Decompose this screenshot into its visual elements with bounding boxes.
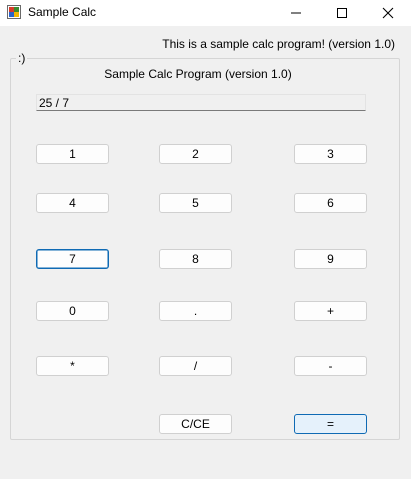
close-icon [382,7,394,19]
digit-5-button[interactable]: 5 [159,193,232,213]
window-title: Sample Calc [28,5,97,19]
digit-3-button[interactable]: 3 [294,144,367,164]
multiply-button[interactable]: * [36,356,109,376]
calc-display: 25 / 7 [36,94,366,111]
plus-button[interactable]: + [294,301,367,321]
minimize-icon [291,12,301,14]
title-bar: Sample Calc [0,0,411,26]
status-label: This is a sample calc program! (version … [162,37,395,51]
minus-button[interactable]: - [294,356,367,376]
maximize-icon [337,8,347,18]
clear-button[interactable]: C/CE [159,414,232,434]
digit-1-button[interactable]: 1 [36,144,109,164]
digit-0-button[interactable]: 0 [36,301,109,321]
digit-7-button[interactable]: 7 [36,249,109,269]
groupbox-caption: :) [16,51,28,65]
program-heading: Sample Calc Program (version 1.0) [104,67,292,81]
close-button[interactable] [365,0,411,26]
digit-6-button[interactable]: 6 [294,193,367,213]
minimize-button[interactable] [273,0,319,26]
digit-4-button[interactable]: 4 [36,193,109,213]
digit-9-button[interactable]: 9 [294,249,367,269]
digit-8-button[interactable]: 8 [159,249,232,269]
app-icon [7,5,21,19]
decimal-point-button[interactable]: . [159,301,232,321]
maximize-button[interactable] [319,0,365,26]
digit-2-button[interactable]: 2 [159,144,232,164]
divide-button[interactable]: / [159,356,232,376]
equals-button[interactable]: = [294,414,367,434]
